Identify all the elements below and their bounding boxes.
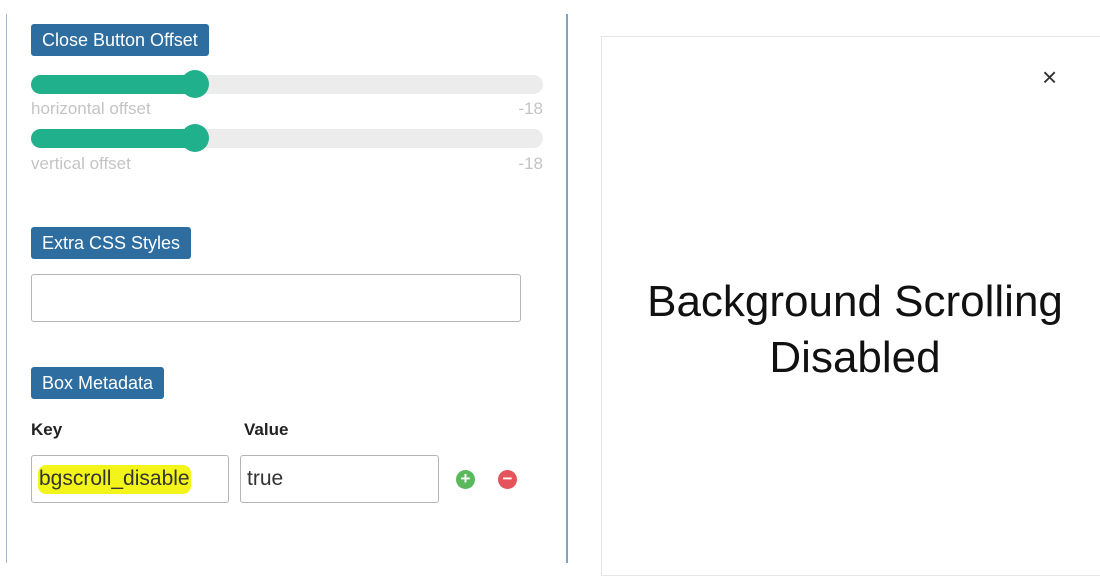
metadata-key-input[interactable]: bgscroll_disable <box>31 455 229 503</box>
horizontal-offset-slider[interactable] <box>31 70 543 98</box>
left-panel-border <box>6 14 7 563</box>
plus-circle-icon[interactable]: + <box>456 470 475 489</box>
preview-line-1: Background Scrolling <box>647 277 1063 326</box>
horizontal-offset-value: -18 <box>518 99 543 118</box>
metadata-value-input[interactable]: true <box>240 455 439 503</box>
metadata-key-text: bgscroll_disable <box>38 465 191 494</box>
vertical-offset-caption: vertical offset <box>31 154 131 173</box>
box-metadata-label: Box Metadata <box>31 367 165 399</box>
extra-css-input[interactable] <box>31 274 521 322</box>
horizontal-offset-caption: horizontal offset <box>31 99 151 118</box>
close-button-offset-label: Close Button Offset <box>31 24 209 56</box>
preview-message: Background Scrolling Disabled <box>601 274 1100 386</box>
panel-divider <box>566 14 568 563</box>
vertical-offset-thumb[interactable] <box>180 124 209 152</box>
horizontal-offset-fill <box>31 75 195 94</box>
close-icon[interactable]: × <box>1042 62 1057 92</box>
horizontal-offset-thumb[interactable] <box>180 70 209 98</box>
vertical-offset-fill <box>31 129 195 148</box>
vertical-offset-slider[interactable] <box>31 124 543 152</box>
extra-css-styles-label: Extra CSS Styles <box>31 227 192 259</box>
preview-line-2: Disabled <box>769 333 941 382</box>
value-column-header: Value <box>244 420 289 439</box>
key-column-header: Key <box>31 420 63 439</box>
vertical-offset-value: -18 <box>518 154 543 173</box>
minus-circle-icon[interactable]: − <box>498 470 517 489</box>
